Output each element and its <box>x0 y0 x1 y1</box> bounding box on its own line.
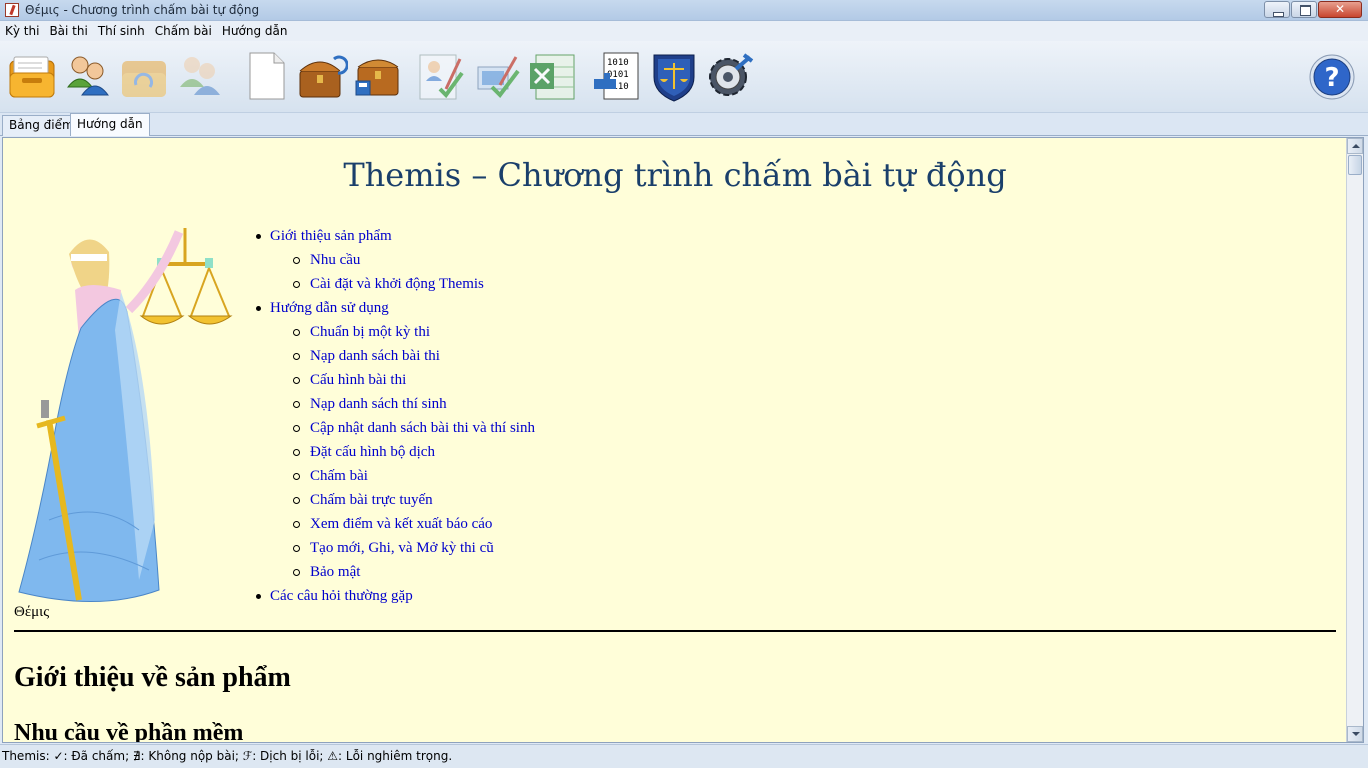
close-button[interactable] <box>1318 1 1362 18</box>
blank-document-icon <box>249 52 285 100</box>
contestants-button[interactable] <box>62 49 114 103</box>
table-of-contents: Giới thiệu sản phẩm Nhu cầu Cài đặt và k… <box>253 224 535 608</box>
justice-shield-icon <box>653 54 695 102</box>
toc-subitem: Chấm bài <box>293 464 535 488</box>
toc-subitem: Nạp danh sách bài thi <box>293 344 535 368</box>
save-archive-button[interactable] <box>352 49 404 103</box>
toc-link-load-contestants[interactable]: Nạp danh sách thí sinh <box>310 396 447 412</box>
toc-link-security[interactable]: Bảo mật <box>310 564 360 580</box>
toc-link-new-save-open[interactable]: Tạo mới, Ghi, và Mở kỳ thi cũ <box>310 540 494 556</box>
grade-student-button[interactable] <box>416 49 468 103</box>
toc-subitem: Tạo mới, Ghi, và Mở kỳ thi cũ <box>293 536 535 560</box>
menu-bar: Kỳ thi Bài thi Thí sinh Chấm bài Hướng d… <box>0 21 1368 41</box>
guide-content: Themis – Chương trình chấm bài tự động Θ… <box>3 138 1347 742</box>
sync-contestants-button[interactable] <box>174 49 226 103</box>
grade-person-icon <box>419 54 464 100</box>
toc-subitem: Bảo mật <box>293 560 535 584</box>
toc-link-faq[interactable]: Các câu hỏi thường gặp <box>270 588 413 604</box>
toc-link-needs[interactable]: Nhu cầu <box>310 252 360 268</box>
toc-link-intro[interactable]: Giới thiệu sản phẩm <box>270 228 392 244</box>
status-bar: Themis: ✓: Đã chấm; ∄: Không nộp bài; ℱ:… <box>0 744 1368 768</box>
toc-link-compiler-config[interactable]: Đặt cấu hình bộ dịch <box>310 444 435 460</box>
refresh-contest-button[interactable] <box>118 49 170 103</box>
svg-text:0101: 0101 <box>607 70 629 80</box>
toc-subitem: Nạp danh sách thí sinh <box>293 392 535 416</box>
status-legend: Themis: ✓: Đã chấm; ∄: Không nộp bài; ℱ:… <box>2 749 453 763</box>
users-icon <box>66 56 109 96</box>
toc-subitem: Xem điểm và kết xuất báo cáo <box>293 512 535 536</box>
toc-subitem: Chuẩn bị một kỳ thi <box>293 320 535 344</box>
grade-all-button[interactable] <box>472 49 524 103</box>
toc-link-grading[interactable]: Chấm bài <box>310 468 368 484</box>
toc-link-prepare[interactable]: Chuẩn bị một kỳ thi <box>310 324 430 340</box>
export-excel-button[interactable] <box>528 49 580 103</box>
window-controls <box>1264 1 1362 18</box>
treasure-chest-icon <box>299 55 349 98</box>
gear-wrench-icon <box>709 53 754 96</box>
tab-score-table[interactable]: Bảng điểm <box>2 115 81 136</box>
users-sync-icon <box>180 57 220 95</box>
security-button[interactable] <box>648 49 700 103</box>
window-title: Θέμις - Chương trình chấm bài tự động <box>25 3 260 17</box>
new-document-button[interactable] <box>240 49 292 103</box>
title-bar: Θέμις - Chương trình chấm bài tự động <box>0 0 1368 21</box>
folder-sync-icon <box>122 61 166 97</box>
tab-guide[interactable]: Hướng dẫn <box>70 113 150 136</box>
help-icon: ? <box>1309 54 1355 100</box>
toc-item: Các câu hỏi thường gặp <box>253 584 535 608</box>
svg-text:1010: 1010 <box>607 58 629 68</box>
toc-link-config-problems[interactable]: Cấu hình bài thi <box>310 372 406 388</box>
toc-subitem: Cài đặt và khởi động Themis <box>293 272 535 296</box>
maximize-button[interactable] <box>1291 1 1317 18</box>
guide-viewer: Themis – Chương trình chấm bài tự động Θ… <box>2 137 1364 743</box>
scroll-thumb[interactable] <box>1348 155 1362 175</box>
heading-intro: Giới thiệu về sản phẩm <box>14 662 291 693</box>
menu-contestants[interactable]: Thí sinh <box>93 21 150 41</box>
toc-link-view-scores[interactable]: Xem điểm và kết xuất báo cáo <box>310 516 492 532</box>
scroll-down-button[interactable] <box>1347 726 1363 742</box>
toc-link-install[interactable]: Cài đặt và khởi động Themis <box>310 276 484 292</box>
toc-link-load-problems[interactable]: Nạp danh sách bài thi <box>310 348 440 364</box>
toc-link-online-grading[interactable]: Chấm bài trực tuyến <box>310 492 433 508</box>
menu-help[interactable]: Hướng dẫn <box>217 21 293 41</box>
heading-needs: Nhu cầu về phần mềm <box>14 720 244 742</box>
settings-button[interactable] <box>704 49 756 103</box>
toc-item: Giới thiệu sản phẩm Nhu cầu Cài đặt và k… <box>253 224 535 296</box>
toc-subitem: Cập nhật danh sách bài thi và thí sinh <box>293 416 535 440</box>
tab-bar: Bảng điểm Hướng dẫn <box>0 113 1368 136</box>
menu-contest[interactable]: Kỳ thi <box>0 21 44 41</box>
toc-item: Hướng dẫn sử dụng Chuẩn bị một kỳ thi Nạ… <box>253 296 535 584</box>
toc-subitem: Nhu cầu <box>293 248 535 272</box>
open-contest-button[interactable] <box>6 49 58 103</box>
svg-text:?: ? <box>1324 63 1339 93</box>
toc-subitem: Cấu hình bài thi <box>293 368 535 392</box>
section-divider <box>14 630 1336 632</box>
binary-config-button[interactable]: 1010 0101 1110 <box>592 49 644 103</box>
chest-save-icon <box>355 59 399 96</box>
themis-statue-image <box>18 228 233 603</box>
vertical-scrollbar[interactable] <box>1346 138 1363 742</box>
open-archive-button[interactable] <box>296 49 349 103</box>
grade-all-icon <box>477 56 520 99</box>
menu-grading[interactable]: Chấm bài <box>150 21 217 41</box>
toc-link-update-lists[interactable]: Cập nhật danh sách bài thi và thí sinh <box>310 420 535 436</box>
binary-icon: 1010 0101 1110 <box>594 52 639 100</box>
minimize-button[interactable] <box>1264 1 1290 18</box>
figure-caption: Θέμις <box>14 604 50 620</box>
folder-icon <box>9 56 55 98</box>
themis-figure <box>9 220 239 610</box>
menu-problems[interactable]: Bài thi <box>44 21 92 41</box>
page-title: Themis – Chương trình chấm bài tự động <box>343 156 1007 194</box>
excel-icon <box>530 54 575 100</box>
toolbar: 1010 0101 1110 ? <box>0 41 1368 113</box>
toc-subitem: Chấm bài trực tuyến <box>293 488 535 512</box>
help-button[interactable]: ? <box>1308 53 1356 101</box>
toc-link-usage[interactable]: Hướng dẫn sử dụng <box>270 300 389 316</box>
app-icon <box>5 3 19 17</box>
toc-subitem: Đặt cấu hình bộ dịch <box>293 440 535 464</box>
scroll-up-button[interactable] <box>1347 138 1363 154</box>
